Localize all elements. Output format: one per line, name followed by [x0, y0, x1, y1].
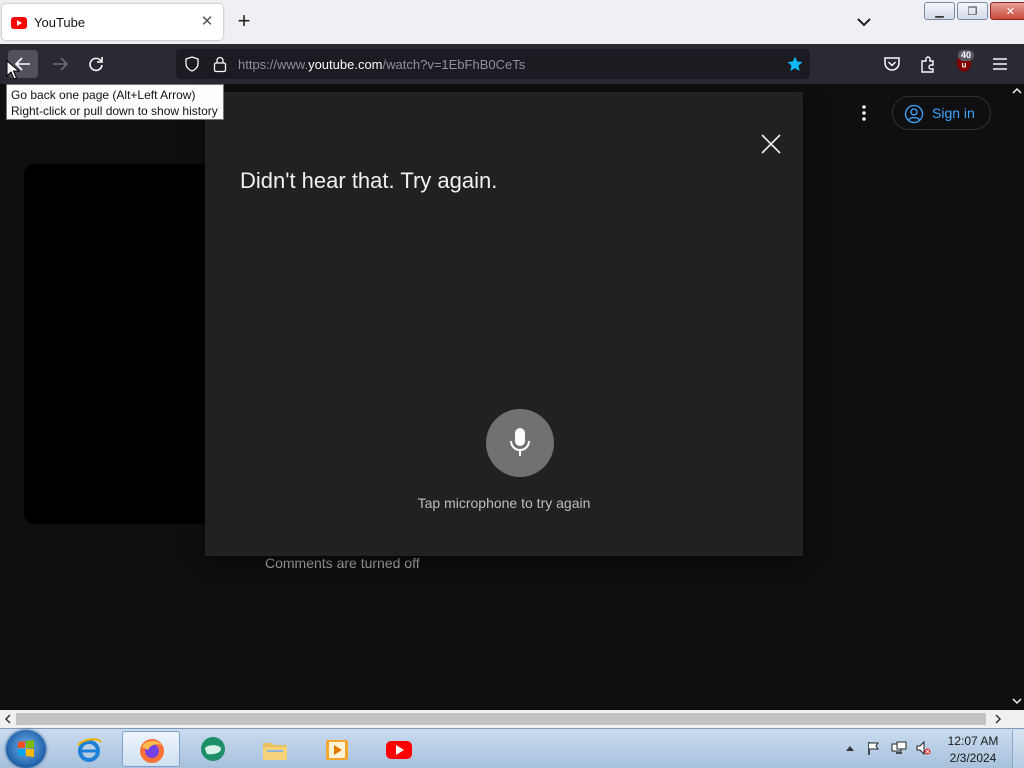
- restore-icon: ❐: [967, 5, 978, 18]
- chevron-down-icon: [857, 18, 871, 27]
- taskbar-youtube[interactable]: [370, 731, 428, 767]
- network-icon[interactable]: [891, 740, 907, 756]
- voice-search-hint: Tap microphone to try again: [417, 495, 591, 511]
- taskbar-firefox[interactable]: [122, 731, 180, 767]
- media-player-icon: [326, 740, 348, 760]
- clock-time[interactable]: 12:07 AM: [944, 734, 1002, 748]
- svg-text:u: u: [962, 61, 967, 70]
- horizontal-scrollbar[interactable]: [0, 710, 1010, 728]
- action-center-flag-icon[interactable]: [866, 740, 882, 756]
- taskbar-unknown-app[interactable]: [184, 731, 242, 767]
- reload-button[interactable]: [81, 50, 111, 78]
- scroll-down-icon[interactable]: [1012, 696, 1022, 706]
- scrollbar-corner: [1010, 710, 1024, 728]
- horizontal-scroll-thumb[interactable]: [16, 713, 986, 725]
- back-button-tooltip: Go back one page (Alt+Left Arrow) Right-…: [6, 84, 224, 120]
- close-dialog-icon[interactable]: [760, 133, 782, 155]
- taskbar-internet-explorer[interactable]: [60, 731, 118, 767]
- screen: YouTube ✕ + ▁ ❐ ✕ https://www.youtube.co…: [0, 0, 1024, 768]
- browser-tab-strip: YouTube ✕ + ▁ ❐ ✕: [0, 0, 1024, 44]
- more-vertical-icon[interactable]: [855, 102, 873, 124]
- minimize-button[interactable]: ▁: [924, 2, 955, 20]
- taskbar-file-explorer[interactable]: [246, 731, 304, 767]
- show-desktop-button[interactable]: [1012, 730, 1024, 768]
- vertical-scrollbar[interactable]: [1010, 84, 1024, 710]
- folder-icon: [263, 743, 287, 760]
- tab-youtube[interactable]: YouTube ✕: [2, 4, 223, 40]
- restore-button[interactable]: ❐: [957, 2, 988, 20]
- bookmark-star-icon[interactable]: [786, 55, 804, 73]
- voice-search-dialog: Didn't hear that. Try again. Tap microph…: [205, 92, 803, 556]
- windows-taskbar: 12:07 AM 2/3/2024: [0, 728, 1024, 768]
- clock-date[interactable]: 2/3/2024: [944, 751, 1002, 765]
- scroll-left-icon[interactable]: [3, 714, 13, 724]
- lock-icon[interactable]: [212, 55, 228, 73]
- url-path: /watch?v=1EbFhB0CeTs: [382, 57, 526, 72]
- arrow-right-icon: [53, 57, 69, 71]
- scroll-up-icon[interactable]: [1012, 86, 1022, 96]
- close-icon: ✕: [1005, 5, 1016, 18]
- url-prefix: https://www.: [238, 57, 309, 72]
- youtube-icon: [386, 741, 412, 759]
- microphone-icon: [510, 428, 530, 456]
- minimize-icon: ▁: [935, 5, 944, 18]
- list-all-tabs-button[interactable]: [852, 10, 876, 34]
- tooltip-line-2: Right-click or pull down to show history: [11, 104, 218, 118]
- close-window-button[interactable]: ✕: [990, 2, 1024, 20]
- scroll-right-icon[interactable]: [993, 714, 1003, 724]
- new-tab-button[interactable]: +: [232, 10, 256, 34]
- url-text[interactable]: https://www.youtube.com/watch?v=1EbFhB0C…: [238, 57, 525, 72]
- tab-close-icon[interactable]: ✕: [198, 13, 216, 31]
- microphone-button[interactable]: [486, 409, 554, 477]
- youtube-page: Sign in Comments are turned off Didn't h…: [0, 84, 1010, 710]
- internet-explorer-icon: [77, 738, 102, 762]
- extensions-puzzle-icon[interactable]: [918, 54, 938, 74]
- mouse-cursor-icon: [6, 60, 20, 80]
- chat-bubble-app-icon: [201, 737, 225, 761]
- url-host: youtube.com: [308, 57, 383, 72]
- windows-logo-icon: [18, 740, 34, 757]
- sign-in-label: Sign in: [932, 105, 975, 121]
- volume-muted-icon[interactable]: [915, 740, 931, 756]
- firefox-icon: [140, 739, 164, 763]
- show-hidden-icons-icon[interactable]: [845, 744, 855, 752]
- hamburger-menu-icon[interactable]: [990, 54, 1010, 74]
- tooltip-line-1: Go back one page (Alt+Left Arrow): [11, 88, 196, 102]
- comments-status: Comments are turned off: [265, 555, 420, 571]
- sign-in-button[interactable]: Sign in: [892, 96, 991, 130]
- youtube-favicon-icon: [11, 17, 27, 29]
- tab-title: YouTube: [34, 15, 86, 30]
- forward-button[interactable]: [45, 50, 75, 78]
- tracking-protection-shield-icon[interactable]: [184, 56, 200, 72]
- voice-search-message: Didn't hear that. Try again.: [240, 168, 498, 193]
- taskbar-media-player[interactable]: [308, 731, 366, 767]
- reload-icon: [89, 57, 103, 72]
- navigation-toolbar: https://www.youtube.com/watch?v=1EbFhB0C…: [0, 44, 1024, 84]
- address-bar[interactable]: https://www.youtube.com/watch?v=1EbFhB0C…: [176, 49, 810, 79]
- ublock-count-badge: 40: [958, 50, 975, 61]
- account-circle-icon: [904, 104, 924, 124]
- video-player[interactable]: [24, 164, 224, 524]
- start-button[interactable]: [6, 730, 46, 768]
- pocket-icon[interactable]: [882, 54, 902, 74]
